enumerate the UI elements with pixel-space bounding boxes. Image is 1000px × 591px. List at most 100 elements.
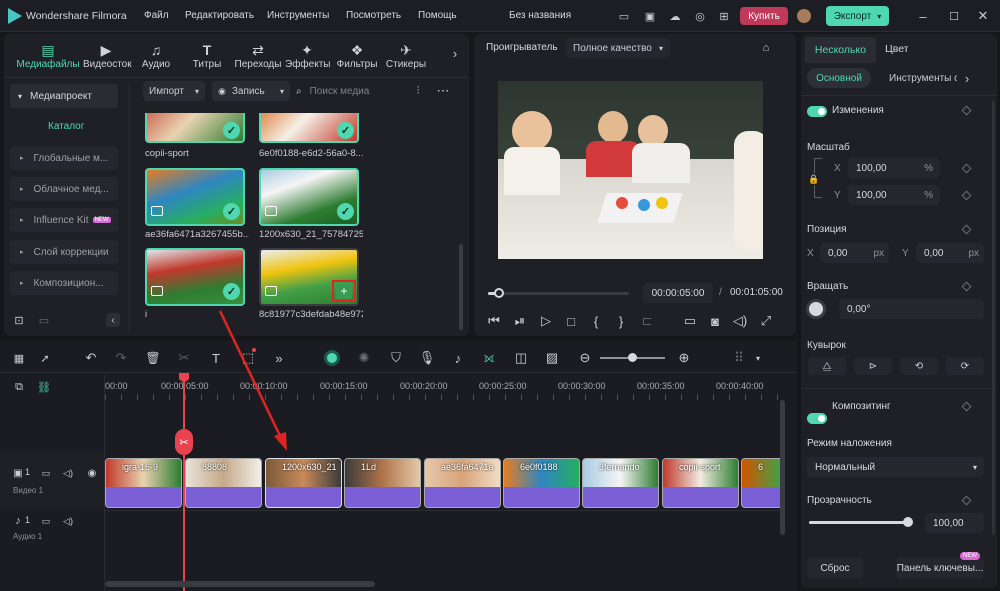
snapshot-icon[interactable]: ⌂ — [758, 41, 774, 55]
tab-multiple[interactable]: Несколько — [805, 37, 876, 63]
delete-icon[interactable]: 🗑 — [145, 351, 160, 365]
image-icon[interactable]: ▨ — [545, 350, 559, 365]
zoom-slider-handle[interactable] — [628, 353, 637, 362]
opacity-slider-handle[interactable] — [903, 517, 913, 527]
subtab-tools[interactable]: Инструменты с — [889, 73, 957, 84]
scissors-icon[interactable]: ✂ — [175, 429, 193, 455]
timeline-clip[interactable]: ae36fa6471a — [424, 458, 501, 508]
sidebar-item-influence[interactable]: ▸ Influence Kit NEW — [10, 208, 118, 232]
pip-icon[interactable]: ◫ — [514, 350, 528, 365]
flip-horizontal-icon[interactable]: ⧋ — [808, 357, 846, 375]
zoom-out-icon[interactable]: ⊖ — [578, 350, 592, 365]
headset-icon[interactable]: ◎ — [692, 8, 708, 24]
folder-icon[interactable]: ▭ — [40, 515, 52, 527]
import-button[interactable]: Импорт ▾ — [143, 81, 205, 101]
timeline-clip[interactable]: 1200x630_21 — [265, 458, 342, 508]
sidebar-item-global[interactable]: ▸ Глобальные м... — [10, 146, 118, 170]
maximize-icon[interactable]: ☐ — [946, 8, 962, 24]
avatar[interactable] — [797, 9, 811, 23]
mark-in-icon[interactable]: { — [589, 314, 603, 329]
scale-x-field[interactable]: 100,00% — [848, 158, 940, 178]
split-icon[interactable]: ✂ — [177, 350, 191, 365]
export-button[interactable]: Экспорт ▾ — [826, 6, 889, 26]
media-item[interactable]: ✓ — [257, 113, 361, 143]
folder-icon[interactable]: ▭ — [40, 467, 52, 479]
chevron-down-icon[interactable]: ▾ — [753, 351, 763, 365]
chevron-right-icon[interactable]: › — [962, 71, 972, 86]
current-time[interactable]: 00:00:05:00 — [643, 283, 713, 303]
position-y-field[interactable]: 0,00 px — [916, 243, 984, 263]
collapse-sidebar-icon[interactable]: ‹ — [106, 313, 120, 327]
chevron-right-icon[interactable]: › — [449, 46, 461, 61]
timeline-clip[interactable]: igra-16-9 — [105, 458, 182, 508]
preview-video[interactable] — [498, 81, 763, 259]
menu-file[interactable]: Файл — [144, 10, 169, 21]
media-item[interactable]: ✓ — [143, 168, 247, 226]
timeline-clip[interactable]: 6e0f0188 — [503, 458, 580, 508]
tab-audio[interactable]: ♫ Аудио — [138, 40, 174, 74]
tab-media[interactable]: ▤ Медиафайлы — [15, 40, 81, 74]
close-icon[interactable]: ✕ — [975, 8, 991, 24]
changes-toggle[interactable] — [807, 106, 827, 117]
audio-edit-icon[interactable]: ♪ — [451, 351, 465, 366]
cloud-icon[interactable]: ☁ — [667, 8, 683, 24]
motion-icon[interactable]: ✺ — [357, 350, 371, 365]
timeline-clip[interactable]: copii-sport — [662, 458, 739, 508]
new-folder-icon[interactable]: ⊡ — [12, 313, 26, 327]
sidebar-item-catalog[interactable]: Каталог — [48, 121, 84, 132]
tab-stock-video[interactable]: ▶ Видеосток — [83, 40, 132, 74]
volume-icon[interactable]: ◁) — [733, 313, 747, 328]
save-icon[interactable]: ▣ — [642, 8, 658, 24]
tab-effects[interactable]: ✦ Эффекты — [285, 40, 330, 74]
sidebar-item-compound[interactable]: ▸ Композицион... — [10, 271, 118, 295]
shield-icon[interactable]: ⛉ — [389, 350, 403, 365]
filter-icon[interactable]: ⫶ — [411, 84, 425, 98]
timeline-clip[interactable]: 3fernando — [582, 458, 659, 508]
lock-icon[interactable]: 🔒 — [808, 173, 820, 185]
record-button[interactable]: ◉ Запись ▾ — [212, 81, 290, 101]
tab-titles[interactable]: T Титры — [187, 40, 227, 74]
marker-icon[interactable]: ⊏ — [640, 313, 654, 328]
sidebar-item-adjustment[interactable]: ▸ Слой коррекции — [10, 240, 118, 264]
camera-icon[interactable]: ◙ — [708, 314, 722, 329]
zoom-in-icon[interactable]: ⊕ — [677, 350, 691, 365]
eye-icon[interactable]: ◉ — [86, 467, 98, 479]
tab-color[interactable]: Цвет — [885, 43, 909, 55]
mute-icon[interactable]: ◁) — [62, 515, 74, 527]
add-to-timeline-button[interactable]: + — [332, 280, 356, 302]
playback-progress[interactable] — [488, 288, 629, 298]
monitor-icon[interactable]: ▭ — [616, 8, 632, 24]
timeline-v-scrollbar[interactable] — [780, 400, 785, 535]
search-input[interactable]: ⌕ Поиск медиа — [296, 81, 401, 101]
tab-filters[interactable]: ❖ Фильтры — [335, 40, 379, 74]
ai-tool-icon[interactable] — [324, 350, 340, 366]
prev-frame-icon[interactable]: ⏮ — [487, 313, 501, 328]
media-item[interactable]: ✓ — [143, 248, 247, 306]
scale-y-field[interactable]: 100,00% — [848, 185, 940, 205]
menu-view[interactable]: Посмотреть — [346, 10, 401, 21]
media-item[interactable]: ✓ — [257, 168, 361, 226]
blend-mode-select[interactable]: Нормальный ▾ — [807, 457, 984, 477]
tab-stickers[interactable]: ✈ Стикеры — [384, 40, 428, 74]
rotate-left-icon[interactable]: ⟲ — [900, 357, 938, 375]
snap-icon[interactable]: ⟗ — [482, 350, 496, 365]
add-track-icon[interactable]: ⧉ — [12, 380, 26, 394]
folder-icon[interactable]: ▭ — [37, 313, 51, 327]
buy-button[interactable]: Купить — [740, 7, 788, 25]
rotate-dial[interactable] — [806, 299, 826, 319]
menu-help[interactable]: Помощь — [418, 10, 457, 21]
timeline-clip[interactable]: 88808 — [185, 458, 262, 508]
position-x-field[interactable]: 0,00 px — [820, 243, 889, 263]
compositing-toggle[interactable] — [807, 413, 827, 424]
media-item[interactable]: + — [257, 248, 361, 306]
quality-select[interactable]: Полное качество ▾ — [566, 38, 670, 58]
timeline-clip[interactable]: 1Ld — [344, 458, 421, 508]
timeline-clip[interactable]: 6 — [741, 458, 780, 508]
rotate-right-icon[interactable]: ⟳ — [946, 357, 984, 375]
mute-icon[interactable]: ◁) — [62, 467, 74, 479]
select-tool-icon[interactable]: ➚ — [37, 351, 53, 365]
opacity-field[interactable]: 100,00 — [925, 513, 984, 533]
tab-transitions[interactable]: ⇄ Переходы — [232, 40, 284, 74]
link-icon[interactable]: ⛓ — [37, 380, 51, 394]
undo-icon[interactable]: ↶ — [84, 350, 98, 365]
